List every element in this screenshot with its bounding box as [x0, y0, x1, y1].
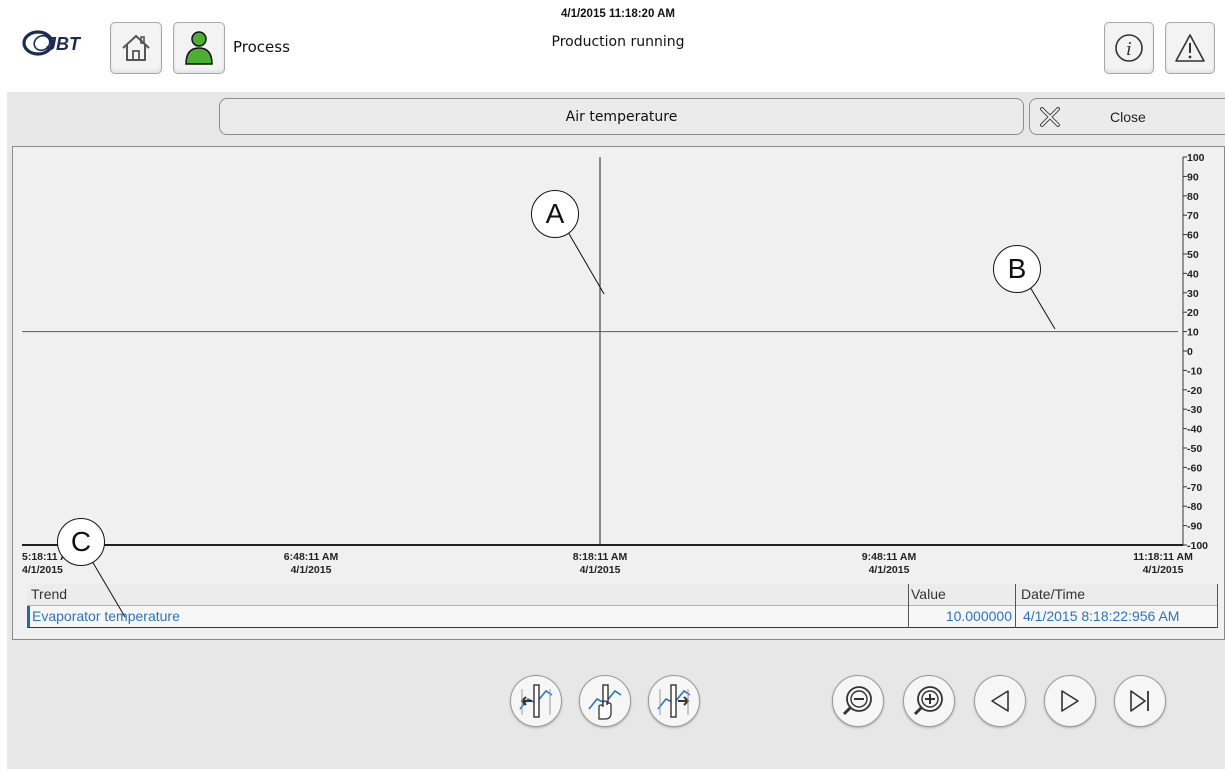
ruler-hand-button[interactable] — [579, 675, 631, 727]
callout-a: A — [531, 190, 579, 238]
zoom-out-button[interactable] — [832, 675, 884, 727]
triangle-right-icon — [1061, 690, 1079, 712]
callout-leaders — [91, 231, 1056, 618]
scroll-end-button[interactable] — [1114, 675, 1166, 727]
zoom-in-button[interactable] — [903, 675, 955, 727]
triangle-left-icon — [991, 690, 1009, 712]
ruler-forward-button[interactable] — [648, 675, 700, 727]
ruler-hand-icon — [588, 684, 622, 720]
ruler-back-icon — [519, 684, 553, 718]
callout-b: B — [993, 245, 1041, 293]
skip-end-icon — [1130, 690, 1149, 712]
callout-b-leader — [1029, 286, 1056, 330]
callout-a-leader — [567, 231, 605, 295]
zoom-out-icon — [842, 686, 872, 716]
ruler-forward-icon — [657, 684, 691, 718]
ruler-back-button[interactable] — [510, 675, 562, 727]
zoom-in-icon — [913, 686, 943, 716]
scroll-back-button[interactable] — [974, 675, 1026, 727]
callout-c-leader — [91, 560, 126, 618]
callout-c: C — [57, 518, 105, 566]
scroll-forward-button[interactable] — [1044, 675, 1096, 727]
